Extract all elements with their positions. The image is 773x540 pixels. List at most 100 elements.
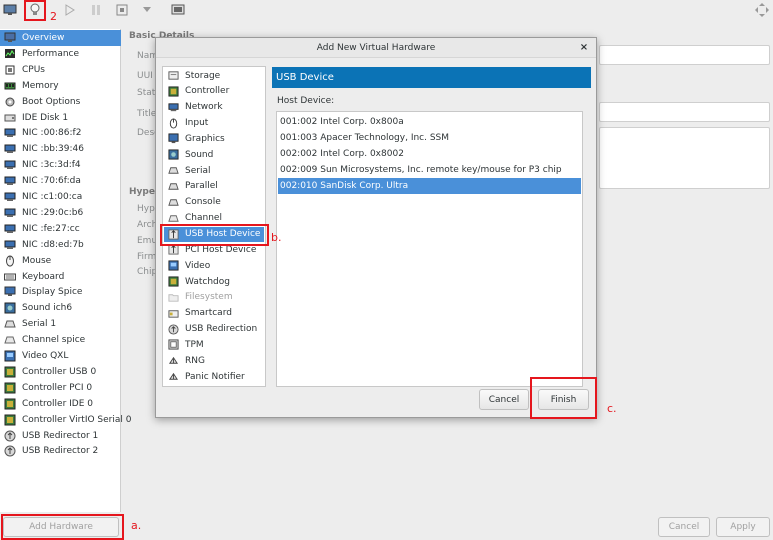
sidebar-item-label: Keyboard [22,271,65,282]
network-icon [3,207,17,219]
hardware-type-item[interactable]: RNG [164,353,264,368]
host-device-label: 001:002 Intel Corp. 0x800a [280,117,404,127]
hardware-type-label: Smartcard [185,308,232,319]
serial-icon [168,165,179,176]
sidebar-item[interactable]: NIC :00:86:f2 [0,125,121,141]
play-icon[interactable] [62,2,78,18]
sidebar-item[interactable]: Keyboard [0,269,121,285]
sidebar-item-label: Controller USB 0 [22,366,97,377]
hardware-type-item[interactable]: Filesystem [164,290,264,305]
usb-redirect-icon [3,430,17,442]
sidebar-item[interactable]: Memory [0,78,121,94]
power-icon[interactable] [114,2,130,18]
monitor-icon[interactable] [2,2,18,18]
hardware-type-item[interactable]: Panic Notifier [164,369,264,384]
apply-button[interactable]: Apply [716,517,770,537]
usb-device-header: USB Device [272,67,591,88]
sidebar-item[interactable]: CPUs [0,62,121,78]
hardware-type-label: Parallel [185,181,218,192]
network-icon [3,175,17,187]
hardware-type-label: Watchdog [185,276,230,287]
hardware-type-item[interactable]: Watchdog [164,274,264,289]
sidebar-item[interactable]: USB Redirector 2 [0,443,121,459]
sidebar-item-label: CPUs [22,64,45,75]
hardware-type-label: Panic Notifier [185,371,245,382]
host-device-item[interactable]: 001:003 Apacer Technology, Inc. SSM [278,130,581,146]
hardware-type-item[interactable]: Controller [164,84,264,99]
hardware-type-item[interactable]: USB Redirection [164,322,264,337]
sidebar-item[interactable]: IDE Disk 1 [0,110,121,126]
sidebar-item[interactable]: Channel spice [0,332,121,348]
name-field[interactable] [599,45,770,65]
tpm-icon [168,339,179,350]
sidebar-item[interactable]: NIC :29:0c:b6 [0,205,121,221]
hardware-type-item[interactable]: Graphics [164,131,264,146]
sidebar-item[interactable]: NIC :c1:00:ca [0,189,121,205]
annotation-box-2 [24,0,46,21]
sidebar-item-label: Performance [22,48,80,59]
sidebar-item-label: Boot Options [22,96,81,107]
annotation-label-a: a. [131,519,142,532]
pause-icon[interactable] [88,2,104,18]
sidebar-item[interactable]: Controller VirtIO Serial 0 [0,412,131,428]
controller-icon [3,398,17,410]
sidebar-item-label: Display Spice [22,287,83,298]
hardware-type-item[interactable]: Smartcard [164,306,264,321]
sidebar-item[interactable]: Boot Options [0,94,121,110]
hardware-type-item[interactable]: Network [164,100,264,115]
network-icon [3,127,17,139]
details-cancel-button[interactable]: Cancel [658,517,710,537]
host-device-label: 002:009 Sun Microsystems, Inc. remote ke… [280,165,562,175]
sidebar-item[interactable]: Controller PCI 0 [0,380,121,396]
sidebar-item[interactable]: Controller USB 0 [0,364,121,380]
sidebar-item-label: Controller VirtIO Serial 0 [22,414,132,425]
sidebar-item-label: Serial 1 [22,319,57,330]
sound-icon [3,302,17,314]
hardware-type-item[interactable]: Parallel [164,179,264,194]
hardware-type-item[interactable]: Serial [164,163,264,178]
sidebar-item[interactable]: Controller IDE 0 [0,396,121,412]
sidebar-item[interactable]: NIC :bb:39:46 [0,141,121,157]
sidebar-item[interactable]: NIC :d8:ed:7b [0,237,121,253]
dialog-cancel-button[interactable]: Cancel [479,389,529,410]
keyboard-icon [3,271,17,283]
sidebar-item[interactable]: USB Redirector 1 [0,428,121,444]
sidebar-item[interactable]: Video QXL [0,348,121,364]
sidebar-item[interactable]: NIC :70:6f:da [0,173,121,189]
dropdown-icon[interactable] [139,2,155,18]
screenshot-icon[interactable] [170,2,186,18]
hardware-type-item[interactable]: TPM [164,337,264,352]
watchdog-icon [168,276,179,287]
hardware-type-item[interactable]: Storage [164,68,264,83]
hardware-type-label: Video [185,260,211,271]
host-device-item[interactable]: 001:002 Intel Corp. 0x800a [278,114,581,130]
hardware-type-label: RNG [185,355,205,366]
host-device-item[interactable]: 002:009 Sun Microsystems, Inc. remote ke… [278,162,581,178]
sidebar-item[interactable]: NIC :3c:3d:f4 [0,157,121,173]
monitor-icon [3,32,17,44]
sidebar-item[interactable]: Serial 1 [0,316,121,332]
host-device-item[interactable]: 002:002 Intel Corp. 0x8002 [278,146,581,162]
sidebar-item[interactable]: Overview [0,30,121,46]
sidebar-item[interactable]: Mouse [0,253,121,269]
sidebar-item-label: NIC :c1:00:ca [22,192,83,202]
hardware-type-item[interactable]: Console [164,195,264,210]
sidebar-item[interactable]: NIC :fe:27:cc [0,221,121,237]
sidebar-item[interactable]: Display Spice [0,284,121,300]
title-field[interactable] [599,102,770,122]
sidebar-item[interactable]: Sound ich6 [0,300,121,316]
sidebar-item[interactable]: Performance [0,46,121,62]
description-field[interactable] [599,127,770,189]
hardware-type-item[interactable]: Video [164,258,264,273]
hardware-type-label: USB Redirection [185,324,258,335]
fullscreen-icon[interactable] [754,2,770,18]
network-icon [168,102,179,113]
host-device-item[interactable]: 002:010 SanDisk Corp. Ultra [278,178,581,194]
console-icon [168,197,179,208]
close-icon[interactable]: × [578,42,590,54]
hardware-type-item[interactable]: Input [164,116,264,131]
sidebar-item-label: Controller IDE 0 [22,398,93,409]
hardware-type-item[interactable]: Sound [164,147,264,162]
sidebar-item-label: USB Redirector 1 [22,430,99,441]
controller-icon [3,382,17,394]
